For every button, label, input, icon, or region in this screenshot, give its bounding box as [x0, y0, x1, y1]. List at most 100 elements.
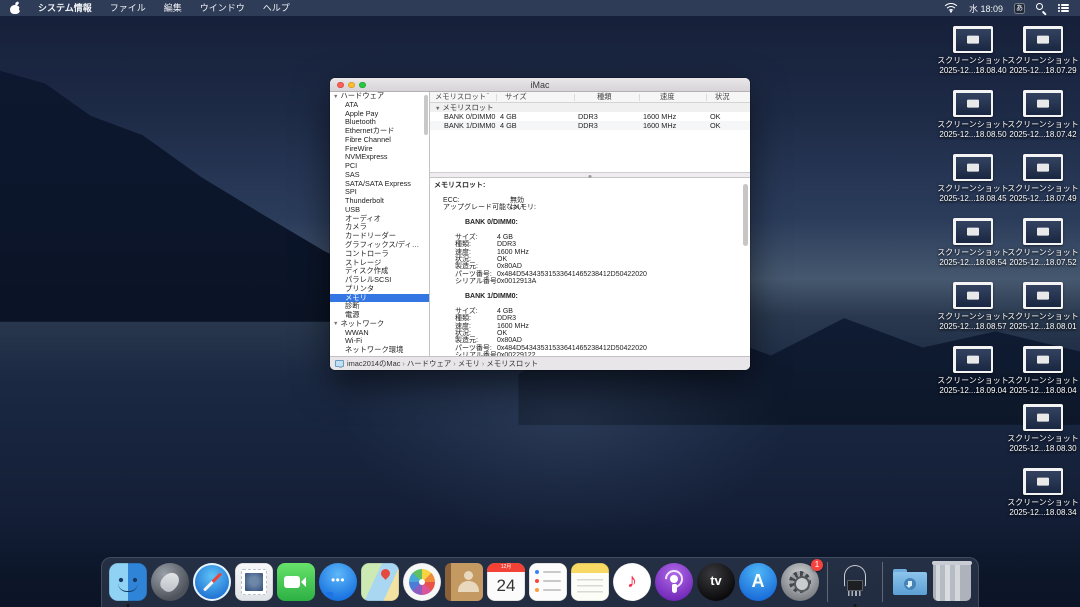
- apple-menu-icon[interactable]: [10, 2, 21, 14]
- zoom-button[interactable]: [359, 82, 366, 89]
- window-titlebar[interactable]: iMac: [330, 78, 750, 92]
- window-body: ▼ハードウェアATAApple PayBluetoothEthernetカードF…: [330, 92, 750, 356]
- column-header-メモリスロット[interactable]: メモリスロット: [435, 92, 486, 102]
- desktop-icon-label: スクリーンショット2025-12...18.08.54: [936, 248, 1010, 268]
- detail-value: 無効: [510, 197, 524, 204]
- dock-icon-tv[interactable]: tv: [696, 562, 736, 604]
- dock-icon-appstore[interactable]: A: [738, 562, 778, 604]
- desktop-icon-screenshot[interactable]: スクリーンショット2025-12...18.08.04: [1006, 346, 1080, 396]
- disclosure-triangle-icon[interactable]: ▼: [333, 94, 338, 100]
- desktop-icon-screenshot[interactable]: スクリーンショット2025-12...18.09.04: [936, 346, 1010, 396]
- disclosure-triangle-icon[interactable]: ▼: [333, 321, 338, 327]
- detail-row: 種類:DDR3: [434, 315, 740, 322]
- detail-value: 0x0012913A: [497, 278, 536, 285]
- menu-item-2[interactable]: 編集: [155, 0, 191, 16]
- column-header-サイズ[interactable]: サイズ: [505, 92, 527, 102]
- desktop-icon-label: スクリーンショット2025-12...18.08.34: [1006, 498, 1080, 518]
- sidebar-label: ストレージ: [345, 258, 381, 267]
- dock-icon-downloads[interactable]: [890, 562, 930, 604]
- dock-icon-messages[interactable]: •••: [318, 562, 358, 604]
- detail-row: シリアル番号:0x0012913A: [434, 278, 740, 285]
- dock-icon-trash[interactable]: [932, 562, 972, 604]
- dock-icon-sysprefs[interactable]: 1: [780, 562, 820, 604]
- desktop-icon-screenshot[interactable]: スクリーンショット2025-12...18.08.45: [936, 154, 1010, 204]
- desktop-icon-screenshot[interactable]: スクリーンショット2025-12...18.08.50: [936, 90, 1010, 140]
- table-row-BANK 1/DIMM0[interactable]: BANK 1/DIMM04 GBDDR31600 MHzOK: [430, 121, 750, 130]
- dock-icon-calendar[interactable]: 12月24: [486, 562, 526, 604]
- desktop-icon-screenshot[interactable]: スクリーンショット2025-12...18.07.42: [1006, 90, 1080, 140]
- sidebar-label: ATA: [345, 100, 358, 109]
- notification-center-icon[interactable]: [1058, 3, 1070, 13]
- breadcrumb-item-1[interactable]: ハードウェア: [407, 358, 451, 369]
- breadcrumb-separator: ›: [453, 359, 455, 368]
- label-line2: 2025-12...18.08.04: [1006, 386, 1080, 396]
- column-header-速度[interactable]: 速度: [660, 92, 675, 102]
- dock-icon-mail[interactable]: [234, 562, 274, 604]
- menu-item-3[interactable]: ウインドウ: [191, 0, 254, 16]
- input-source-icon[interactable]: あ: [1014, 3, 1025, 14]
- column-header-種類[interactable]: 種類: [597, 92, 612, 102]
- disclosure-triangle-icon[interactable]: ▼: [435, 106, 440, 112]
- dock-icon-contacts[interactable]: [444, 562, 484, 604]
- thumbnail-window: [967, 99, 979, 107]
- detail-row: サイズ:4 GB: [434, 308, 740, 315]
- desktop-icon-label: スクリーンショット2025-12...18.09.04: [936, 376, 1010, 396]
- sidebar-item-ネットワーク環境[interactable]: ネットワーク環境: [330, 346, 429, 355]
- dock-icon-music[interactable]: ♪: [612, 562, 652, 604]
- desktop-icon-screenshot[interactable]: スクリーンショット2025-12...18.08.40: [936, 26, 1010, 76]
- detail-scrollbar[interactable]: [743, 184, 748, 246]
- spotlight-icon[interactable]: [1036, 3, 1047, 14]
- desktop-icon-screenshot[interactable]: スクリーンショット2025-12...18.08.01: [1006, 282, 1080, 332]
- detail-row: 速度:1600 MHz: [434, 249, 740, 256]
- breadcrumb-separator: ›: [402, 359, 404, 368]
- dock-icon-reminders[interactable]: [528, 562, 568, 604]
- table-header[interactable]: メモリスロットサイズ種類速度状況ˆ: [430, 92, 750, 103]
- cell: 4 GB: [500, 121, 517, 131]
- heading-text: メモリスロット:: [434, 182, 485, 189]
- dock-icon-safari[interactable]: [192, 562, 232, 604]
- dock-icon-photos[interactable]: [402, 562, 442, 604]
- close-button[interactable]: [337, 82, 344, 89]
- thumbnail-content: [956, 221, 991, 243]
- breadcrumb-item-2[interactable]: メモリ: [458, 358, 480, 369]
- menu-item-1[interactable]: ファイル: [101, 0, 155, 16]
- detail-row: サイズ:4 GB: [434, 234, 740, 241]
- desktop-icon-screenshot[interactable]: スクリーンショット2025-12...18.08.30: [1006, 404, 1080, 454]
- desktop-icon-screenshot[interactable]: スクリーンショット2025-12...18.07.52: [1006, 218, 1080, 268]
- desktop-icon-screenshot[interactable]: スクリーンショット2025-12...18.08.57: [936, 282, 1010, 332]
- detail-value: DDR3: [497, 315, 516, 322]
- detail-value: 0x80AD: [497, 337, 522, 344]
- desktop-icon-screenshot[interactable]: スクリーンショット2025-12...18.08.54: [936, 218, 1010, 268]
- finder-icon: [109, 563, 147, 601]
- dock-icon-podcasts[interactable]: [654, 562, 694, 604]
- breadcrumb-item-3[interactable]: メモリスロット: [486, 358, 538, 369]
- breadcrumb-item-0[interactable]: imac2014のMac: [347, 358, 400, 369]
- table-group-row[interactable]: ▼メモリスロット: [430, 103, 750, 112]
- dock-icon-maps[interactable]: [360, 562, 400, 604]
- wifi-icon[interactable]: [944, 3, 958, 13]
- cell: DDR3: [578, 121, 598, 131]
- dock-icon-launchpad[interactable]: [150, 562, 190, 604]
- desktop-icon-screenshot[interactable]: スクリーンショット2025-12...18.08.34: [1006, 468, 1080, 518]
- maps-icon: [361, 563, 399, 601]
- table-row-BANK 0/DIMM0[interactable]: BANK 0/DIMM04 GBDDR31600 MHzOK: [430, 112, 750, 121]
- menu-bar-clock[interactable]: 水 18:09: [969, 2, 1003, 15]
- desktop-icon-screenshot[interactable]: スクリーンショット2025-12...18.07.29: [1006, 26, 1080, 76]
- desktop-icon-screenshot[interactable]: スクリーンショット2025-12...18.07.49: [1006, 154, 1080, 204]
- thumbnail-window: [1037, 227, 1049, 235]
- menu-item-4[interactable]: ヘルプ: [254, 0, 299, 16]
- column-header-状況[interactable]: 状況: [715, 92, 730, 102]
- sidebar-scrollbar[interactable]: [424, 95, 428, 135]
- label-line1: スクリーンショット: [1006, 434, 1080, 444]
- dock-icon-finder[interactable]: [108, 562, 148, 604]
- dock-icon-sysinfo[interactable]: [835, 562, 875, 604]
- menu-item-app[interactable]: システム情報: [29, 0, 101, 16]
- dock-icon-notes[interactable]: [570, 562, 610, 604]
- safari-icon: [193, 563, 231, 601]
- dock-icon-facetime[interactable]: [276, 562, 316, 604]
- detail-value: 1600 MHz: [497, 323, 529, 330]
- detail-value: 4 GB: [497, 234, 513, 241]
- detail-value: 0x484D54343531533641465238412D50422020: [497, 271, 647, 278]
- minimize-button[interactable]: [348, 82, 355, 89]
- sidebar-label: Bluetooth: [345, 117, 376, 126]
